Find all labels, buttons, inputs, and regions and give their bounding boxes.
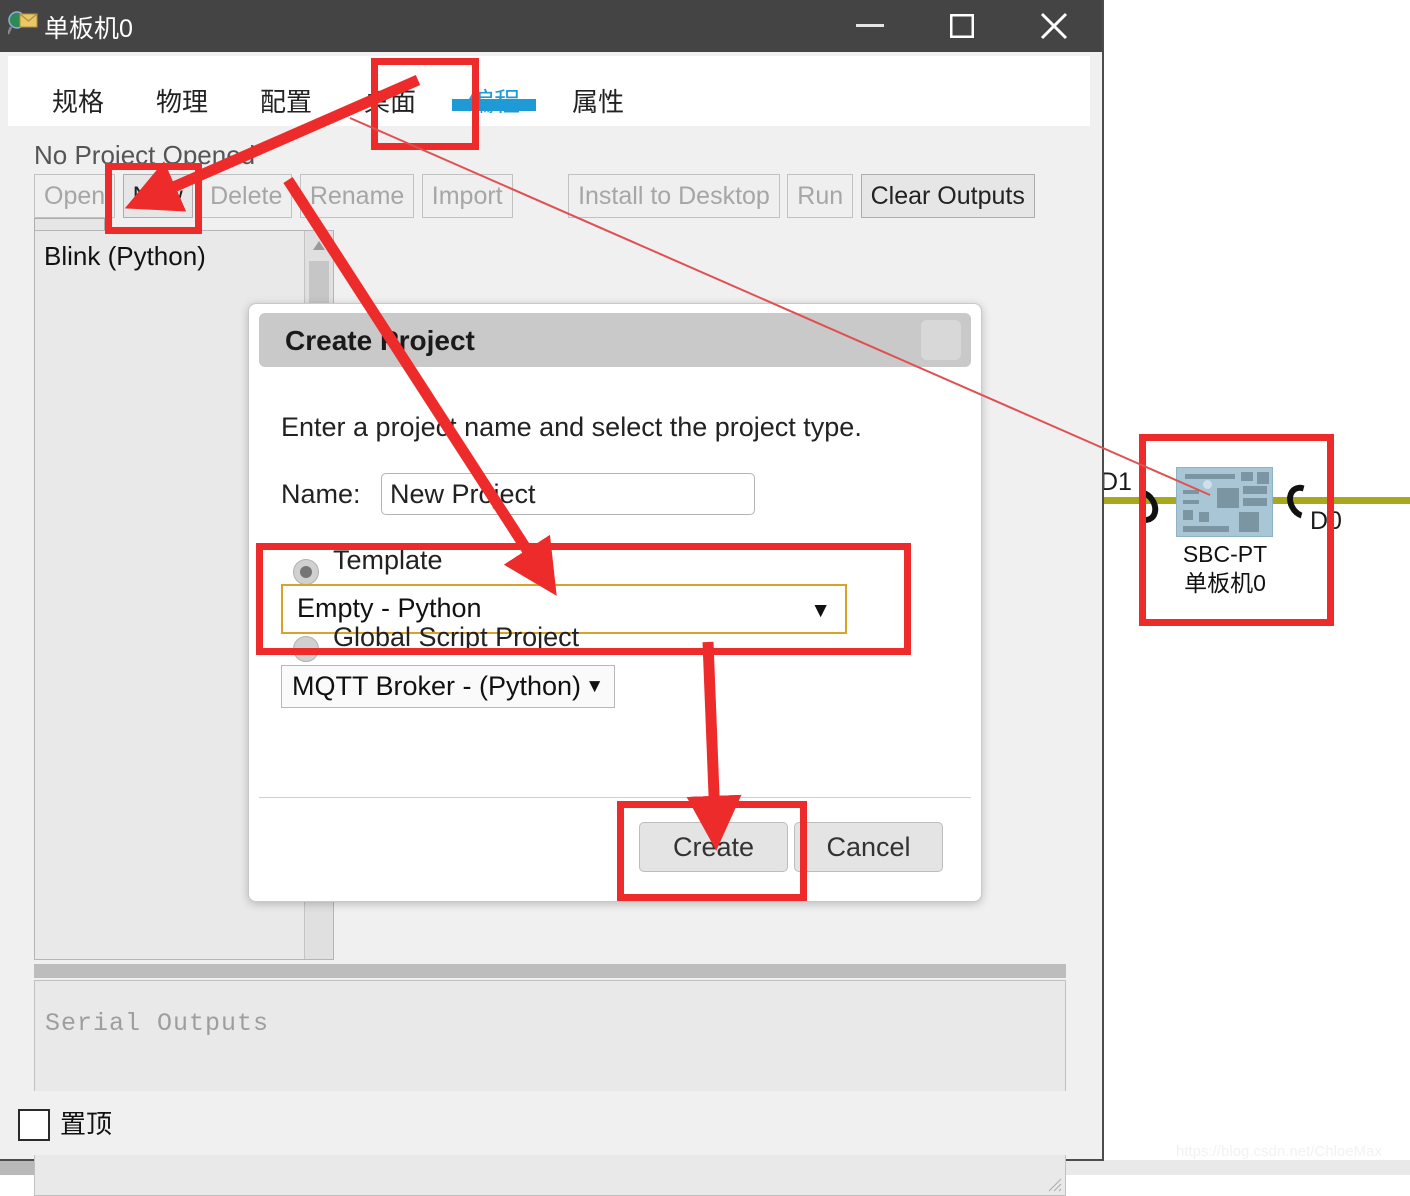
serial-output-area[interactable]: Serial Outputs [34,980,1066,1196]
serial-output-placeholder: Serial Outputs [45,1009,270,1038]
tab-label: 桌面 [364,87,417,117]
run-button[interactable]: Run [787,174,854,218]
project-status-label: No Project Opened [34,140,256,170]
device-name: 单板机0 [1184,570,1266,597]
close-icon [1040,12,1068,40]
device-label: SBC-PT 单板机0 [1140,540,1310,599]
chevron-down-icon: ▼ [585,676,604,697]
minimize-button[interactable] [824,0,916,52]
link-status-dot-right [1280,479,1325,525]
device-model: SBC-PT [1182,541,1268,567]
link-status-dot-left [1120,482,1165,530]
watermark: https://blog.csdn.net/ChloeMax [1176,1143,1382,1160]
dialog-titlebar: Create Project [259,313,971,367]
tab-bar: 规格 物理 配置 桌面 编程 属性 [8,56,1090,126]
dialog-close-button[interactable] [921,320,961,360]
maximize-icon [950,14,974,38]
project-name-row: Name: New Project [281,473,755,515]
tab-desktop[interactable]: 桌面 [338,56,442,119]
maximize-button[interactable] [916,0,1008,52]
new-button[interactable]: New [122,174,193,218]
project-name-label: Name: [281,478,361,509]
packet-tracer-icon [8,11,38,35]
tab-label: 规格 [52,87,105,117]
panel-splitter[interactable] [34,964,1066,978]
rename-button[interactable]: Rename [299,174,415,218]
tab-attributes[interactable]: 属性 [546,56,650,119]
window-footer: 置顶 [8,1091,1090,1155]
project-name-input[interactable]: New Project [380,473,755,515]
tab-config[interactable]: 配置 [234,56,338,119]
tab-label: 物理 [156,87,209,117]
delete-button[interactable]: Delete [200,174,293,218]
sbc-board-icon[interactable] [1176,467,1273,537]
active-tab-underline [452,99,537,111]
import-button[interactable]: Import [421,174,513,218]
window-title: 单板机0 [44,15,133,43]
pin-on-top-label: 置顶 [60,1109,113,1139]
dialog-title: Create Project [285,325,475,356]
window-titlebar: 单板机0 [0,0,1102,52]
template-radio[interactable] [293,559,319,585]
tab-programming[interactable]: 编程 [442,56,546,119]
chevron-down-icon: ▼ [810,599,831,622]
template-radio-label: Template [333,545,443,575]
global-script-select-value: MQTT Broker - (Python) [292,671,582,701]
install-to-desktop-button[interactable]: Install to Desktop [568,174,780,218]
minimize-icon [856,24,884,27]
tab-specifications[interactable]: 规格 [26,56,130,119]
global-script-radio-label: Global Script Project [333,622,580,652]
global-script-radio[interactable] [293,636,319,662]
programming-toolbar: Open New Delete Rename Import Install to… [34,174,1080,262]
open-button[interactable]: Open [34,174,116,218]
tab-label: 配置 [260,87,313,117]
template-select-value: Empty - Python [297,593,482,623]
tab-label: 属性 [572,87,625,117]
cancel-button[interactable]: Cancel [794,822,943,872]
tab-physical[interactable]: 物理 [130,56,234,119]
pin-on-top-checkbox[interactable] [18,1109,50,1141]
dialog-description: Enter a project name and select the proj… [281,412,862,442]
dialog-separator [259,797,971,798]
list-item[interactable]: Blink (Python) [44,241,206,272]
scroll-up-arrow-icon[interactable] [305,231,333,261]
clear-outputs-button[interactable]: Clear Outputs [860,174,1035,218]
close-button[interactable] [1008,0,1100,52]
create-button[interactable]: Create [639,822,788,872]
resize-grip-icon[interactable] [1048,1178,1062,1192]
global-script-select[interactable]: MQTT Broker - (Python) ▼ [281,665,615,708]
create-project-dialog: Create Project Enter a project name and … [248,303,982,902]
